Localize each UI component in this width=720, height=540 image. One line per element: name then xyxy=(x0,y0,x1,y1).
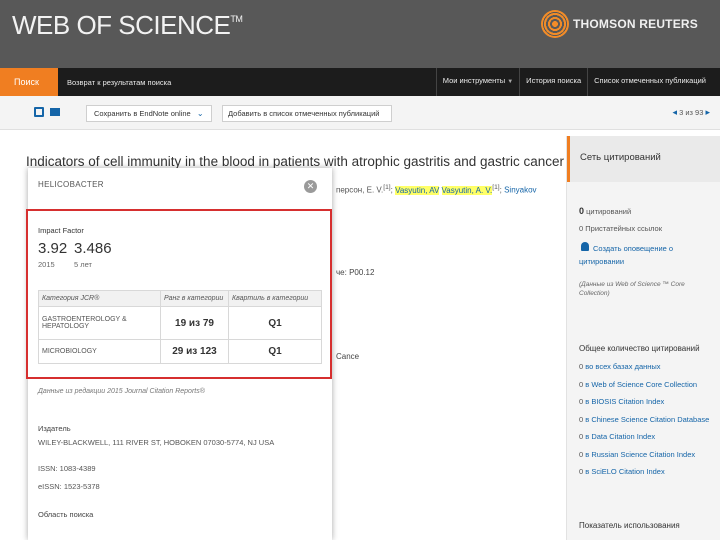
logo-text: WEB OF SCIENCE xyxy=(12,10,231,40)
thomson-reuters-logo: THOMSON REUTERS xyxy=(540,10,698,38)
add-to-marked-list-button[interactable]: Добавить в список отмеченных публикаций xyxy=(222,105,392,122)
main-nav: Поиск Возврат к результатам поиска Мои и… xyxy=(0,68,720,96)
close-icon[interactable]: ✕ xyxy=(304,180,317,193)
list-item[interactable]: 0 в Russian Science Citation Index xyxy=(579,450,709,468)
page: WEB OF SCIENCETM THOMSON REUTERS Поиск В… xyxy=(0,0,720,540)
web-of-science-logo[interactable]: WEB OF SCIENCETM xyxy=(12,10,243,41)
total-citations-title: Общее количество цитирований xyxy=(579,344,700,353)
record-toolbar: Сохранить в EndNote online ⌄ Добавить в … xyxy=(0,96,720,130)
category-cell: GASTROENTEROLOGY & HEPATOLOGY xyxy=(38,306,161,340)
previous-record-icon[interactable]: ◂ xyxy=(672,107,677,117)
impact-factor-label: Impact Factor xyxy=(38,226,84,235)
author-link-highlighted-2[interactable]: Vasyutin, A. V. xyxy=(441,185,493,195)
list-item[interactable]: 0 в SciELO Citation Index xyxy=(579,467,709,485)
list-item[interactable]: 0 в Web of Science Core Collection xyxy=(579,380,709,398)
list-item[interactable]: 0 в Chinese Science Citation Database xyxy=(579,415,709,433)
category-cell: MICROBIOLOGY xyxy=(38,339,161,364)
nav-search-tab[interactable]: Поиск xyxy=(0,68,58,96)
nav-right-group: Мои инструменты ▼ История поиска Список … xyxy=(435,68,712,96)
alert-source-note: (Данные из Web of Science ™ Core Collect… xyxy=(579,281,685,297)
times-cited-count: 0 xyxy=(579,206,585,216)
pager-text: 3 из 93 xyxy=(679,108,704,117)
rank-cell: 29 из 123 xyxy=(160,339,229,364)
times-cited-label: цитирований xyxy=(586,207,632,216)
impact-factor-year: 2015 xyxy=(38,260,55,269)
print-icon[interactable] xyxy=(34,107,44,117)
save-to-endnote-button[interactable]: Сохранить в EndNote online ⌄ xyxy=(86,105,212,122)
jcr-source-note: Данные из редакции 2015 Journal Citation… xyxy=(38,388,205,395)
article-title: Indicators of cell immunity in the blood… xyxy=(26,154,565,169)
author-list: персон, Е. V.[1]; Vasyutin, AV Vasyutin,… xyxy=(336,184,537,195)
author-link[interactable]: Sinyakov xyxy=(504,186,536,195)
column-header: Ранг в категории xyxy=(160,290,229,307)
search-history-link[interactable]: История поиска xyxy=(519,68,587,96)
eissn-value: eISSN: 1523-5378 xyxy=(38,482,100,491)
create-citation-alert-link[interactable]: Создать оповещение о цитировании xyxy=(579,242,709,268)
rank-cell: 19 из 79 xyxy=(160,306,229,340)
meta-fragment: че: P00.12 xyxy=(336,268,375,277)
list-item[interactable]: 0 в Data Citation Index xyxy=(579,432,709,450)
chevron-down-icon: ▼ xyxy=(507,79,514,85)
usage-count-title: Показатель использования xyxy=(579,521,680,530)
database-citation-list: 0 во всех базах данных 0 в Web of Scienc… xyxy=(579,362,709,485)
author-link-highlighted[interactable]: Vasyutin, AV xyxy=(395,185,440,195)
quartile-cell: Q1 xyxy=(228,339,322,364)
table-row: GASTROENTEROLOGY & HEPATOLOGY 19 из 79 Q… xyxy=(38,306,322,340)
quartile-cell: Q1 xyxy=(228,306,322,340)
my-tools-label: Мои инструменты xyxy=(442,76,506,85)
cited-references-link[interactable]: 0 Пристатейных ссылок xyxy=(579,224,662,233)
issn-value: ISSN: 1083-4389 xyxy=(38,464,96,473)
five-year-label: 5 лет xyxy=(74,260,92,269)
chevron-down-icon: ⌄ xyxy=(196,109,204,118)
next-record-icon[interactable]: ▸ xyxy=(705,107,710,117)
five-year-impact-factor-value: 3.486 xyxy=(74,240,112,257)
affiliation-ref[interactable]: [1] xyxy=(383,184,390,191)
impact-factor-value: 3.92 xyxy=(38,240,68,257)
back-to-results-link[interactable]: Возврат к результатам поиска xyxy=(67,78,171,87)
top-header: WEB OF SCIENCETM THOMSON REUTERS xyxy=(0,0,720,68)
save-to-endnote-label: Сохранить в EndNote online xyxy=(94,109,191,118)
research-area-label: Область поиска xyxy=(38,510,94,519)
my-tools-menu[interactable]: Мои инструменты ▼ xyxy=(435,68,519,96)
column-header: Квартиль в категории xyxy=(228,290,322,307)
citation-network-sidebar: Сеть цитирований 0 цитирований 0 Пристат… xyxy=(566,136,720,540)
list-item[interactable]: 0 во всех базах данных xyxy=(579,362,709,380)
list-item[interactable]: 0 в BIOSIS Citation Index xyxy=(579,397,709,415)
email-icon[interactable] xyxy=(50,108,60,116)
table-row: MICROBIOLOGY 29 из 123 Q1 xyxy=(38,339,322,364)
publisher-value: WILEY-BLACKWELL, 111 RIVER ST, HOBOKEN 0… xyxy=(38,438,275,447)
jcr-category-table: Категория JCR® Ранг в категории Квартиль… xyxy=(38,290,322,364)
meta-fragment-2: Cance xyxy=(336,352,360,361)
journal-title: HELICOBACTER xyxy=(38,180,104,189)
logo-tm: TM xyxy=(230,14,243,24)
times-cited: 0 цитирований xyxy=(579,206,631,216)
toolbar-icons xyxy=(34,107,60,117)
journal-info-popup: HELICOBACTER ✕ Impact Factor 3.92 3.486 … xyxy=(26,168,332,540)
thomson-reuters-icon xyxy=(540,10,569,38)
sidebar-title: Сеть цитирований xyxy=(567,136,720,182)
record-pager: ◂ 3 из 93 ▸ xyxy=(672,107,710,118)
brand-text: THOMSON REUTERS xyxy=(572,17,698,31)
column-header: Категория JCR® xyxy=(38,290,161,307)
publisher-label: Издатель xyxy=(38,424,71,433)
author-prefix: персон, Е. V. xyxy=(336,185,384,195)
marked-list-link[interactable]: Список отмеченных публикаций xyxy=(587,68,712,96)
affiliation-ref-2[interactable]: [1] xyxy=(492,184,499,191)
